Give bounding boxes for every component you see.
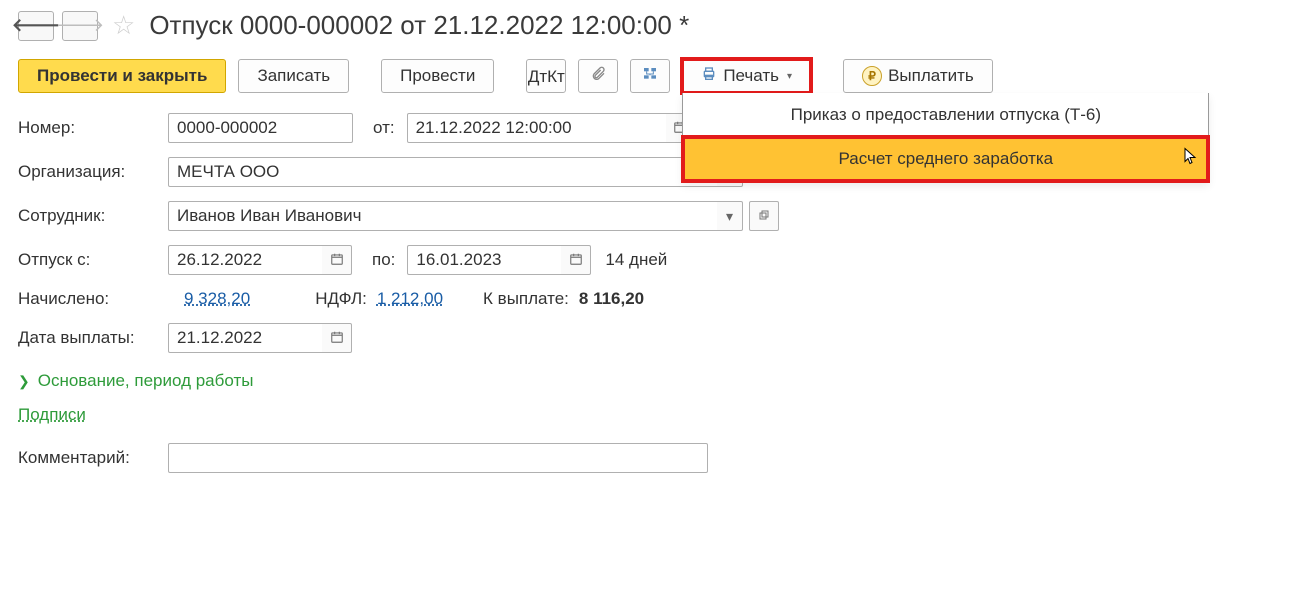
paperclip-icon <box>590 66 606 87</box>
employee-label: Сотрудник: <box>18 206 168 226</box>
topay-value: 8 116,20 <box>579 289 644 309</box>
vacation-from-calendar-button[interactable] <box>322 245 352 275</box>
basis-period-expander[interactable]: ❯ Основание, период работы <box>18 371 1295 391</box>
chevron-down-icon: ▾ <box>787 71 792 82</box>
calendar-icon <box>569 252 583 269</box>
ruble-icon: ₽ <box>862 66 882 86</box>
print-label: Печать <box>723 66 779 86</box>
vacation-from-label: Отпуск с: <box>18 250 168 270</box>
hierarchy-button[interactable] <box>630 59 670 93</box>
pay-date-field[interactable] <box>168 323 323 353</box>
org-label: Организация: <box>18 162 168 182</box>
ndfl-link[interactable]: 1 212,00 <box>377 289 443 309</box>
post-button[interactable]: Провести <box>381 59 494 93</box>
signatures-link[interactable]: Подписи <box>18 405 86 425</box>
header-row: 🡐 🡒 ☆ Отпуск 0000-000002 от 21.12.2022 1… <box>18 10 1295 41</box>
chevron-down-icon: ▾ <box>726 208 733 225</box>
comment-label: Комментарий: <box>18 448 168 468</box>
accrued-label: Начислено: <box>18 289 168 309</box>
org-field[interactable] <box>168 157 718 187</box>
pay-label: Выплатить <box>888 66 974 86</box>
nav-back-button[interactable]: 🡐 <box>18 11 54 41</box>
employee-field[interactable] <box>168 201 718 231</box>
topay-label: К выплате: <box>483 289 569 309</box>
print-button-wrap: Печать ▾ Приказ о предоставлении отпуска… <box>682 59 811 93</box>
employee-open-button[interactable] <box>749 201 779 231</box>
print-menu-t6[interactable]: Приказ о предоставлении отпуска (Т-6) <box>683 93 1208 137</box>
accrued-link[interactable]: 9 328,20 <box>184 289 250 309</box>
dt-kt-icon: ДтКт <box>528 72 565 81</box>
vacation-to-field[interactable] <box>407 245 562 275</box>
days-count: 14 дней <box>605 250 667 270</box>
toolbar: Провести и закрыть Записать Провести ДтК… <box>18 59 1295 93</box>
from-label: от: <box>373 118 395 138</box>
print-menu-avg-salary[interactable]: Расчет среднего заработка <box>683 137 1208 181</box>
post-and-close-button[interactable]: Провести и закрыть <box>18 59 226 93</box>
cursor-icon <box>1184 148 1198 171</box>
page-title: Отпуск 0000-000002 от 21.12.2022 12:00:0… <box>149 10 689 41</box>
print-menu-avg-salary-label: Расчет среднего заработка <box>839 149 1054 168</box>
star-icon[interactable]: ☆ <box>112 10 135 41</box>
datetime-field[interactable] <box>407 113 667 143</box>
printer-icon <box>701 66 717 87</box>
employee-dropdown-button[interactable]: ▾ <box>717 201 743 231</box>
open-external-icon <box>758 209 770 224</box>
attachments-button[interactable] <box>578 59 618 93</box>
calendar-icon <box>330 330 344 347</box>
comment-field[interactable] <box>168 443 708 473</box>
pay-date-label: Дата выплаты: <box>18 328 168 348</box>
vacation-from-field[interactable] <box>168 245 323 275</box>
number-field[interactable] <box>168 113 353 143</box>
hierarchy-icon <box>642 66 658 87</box>
chevron-right-icon: ❯ <box>18 373 30 390</box>
to-label: по: <box>372 250 395 270</box>
print-dropdown: Приказ о предоставлении отпуска (Т-6) Ра… <box>682 93 1209 182</box>
vacation-to-calendar-button[interactable] <box>561 245 591 275</box>
pay-button[interactable]: ₽ Выплатить <box>843 59 993 93</box>
ndfl-label: НДФЛ: <box>315 289 367 309</box>
basis-period-label: Основание, период работы <box>38 371 254 391</box>
pay-date-calendar-button[interactable] <box>322 323 352 353</box>
save-button[interactable]: Записать <box>238 59 349 93</box>
print-button[interactable]: Печать ▾ <box>682 59 811 93</box>
dt-kt-button[interactable]: ДтКт <box>526 59 566 93</box>
number-label: Номер: <box>18 118 168 138</box>
nav-forward-button[interactable]: 🡒 <box>62 11 98 41</box>
calendar-icon <box>330 252 344 269</box>
